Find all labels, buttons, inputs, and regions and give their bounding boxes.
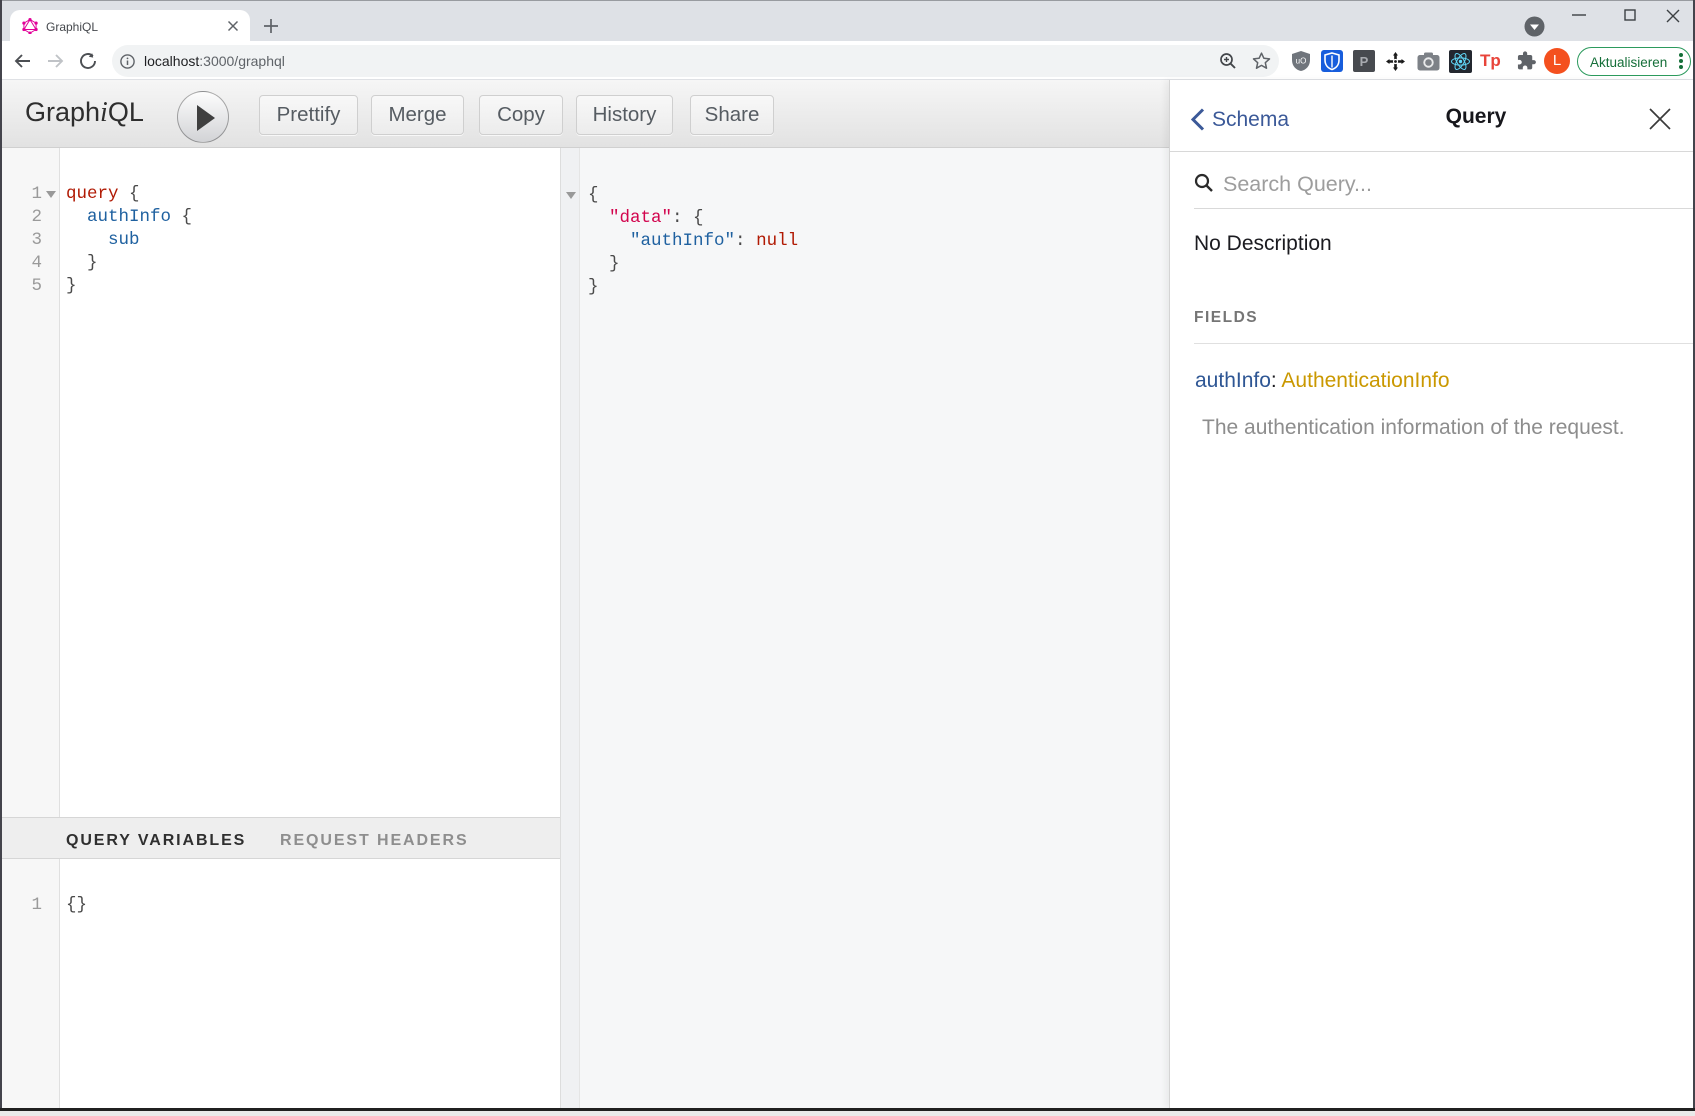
svg-text:P: P — [1360, 54, 1369, 69]
svg-text:uO: uO — [1296, 57, 1307, 66]
